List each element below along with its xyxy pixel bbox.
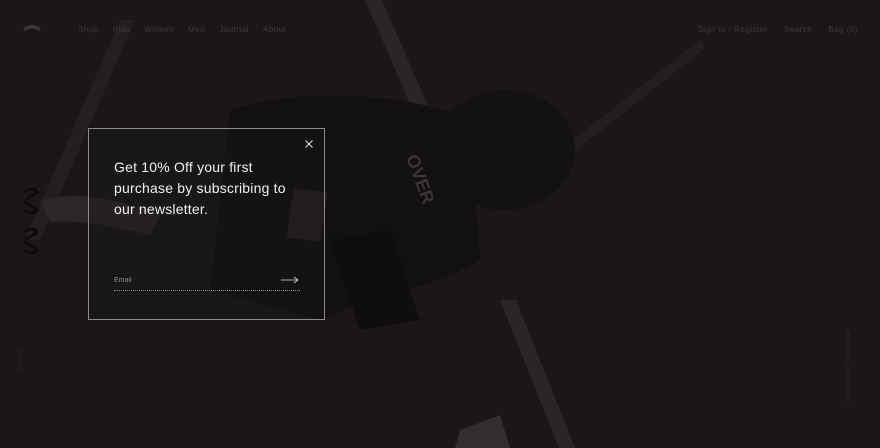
email-underline: [114, 290, 300, 291]
primary-nav: Shop Kids Women Men Journal About: [78, 25, 286, 34]
arrow-right-icon[interactable]: [280, 275, 300, 285]
sign-in-link[interactable]: Sign in / Register: [698, 25, 768, 34]
nav-item-men[interactable]: Men: [188, 25, 205, 34]
email-signup-form: [114, 273, 300, 291]
scroll-label: Scroll: [18, 350, 24, 372]
nav-item-about[interactable]: About: [263, 25, 286, 34]
brand-logo-icon[interactable]: [22, 23, 42, 35]
social-links-label[interactable]: Instagram Facebook: [846, 330, 852, 403]
slide-counter: [22, 188, 42, 268]
bag-link[interactable]: Bag (0): [828, 25, 858, 34]
top-navigation: Shop Kids Women Men Journal About Sign i…: [22, 20, 858, 38]
close-icon[interactable]: [302, 137, 316, 151]
scroll-indicator: Scroll: [18, 350, 32, 410]
nav-item-kids[interactable]: Kids: [113, 25, 131, 34]
newsletter-heading: Get 10% Off your first purchase by subsc…: [114, 159, 286, 217]
slide-number-glyph: [23, 188, 39, 214]
page: OVER Shop Kids Women Men Journal About S…: [0, 0, 880, 448]
nav-item-shop[interactable]: Shop: [78, 25, 99, 34]
newsletter-modal: Get 10% Off your first purchase by subsc…: [88, 128, 325, 320]
nav-item-women[interactable]: Women: [144, 25, 174, 34]
nav-item-journal[interactable]: Journal: [219, 25, 249, 34]
account-nav: Sign in / Register Search Bag (0): [698, 25, 858, 34]
social-links: Instagram Facebook: [846, 330, 860, 420]
search-link[interactable]: Search: [784, 25, 812, 34]
slide-total-glyph: [23, 228, 39, 254]
email-input[interactable]: [114, 273, 274, 287]
